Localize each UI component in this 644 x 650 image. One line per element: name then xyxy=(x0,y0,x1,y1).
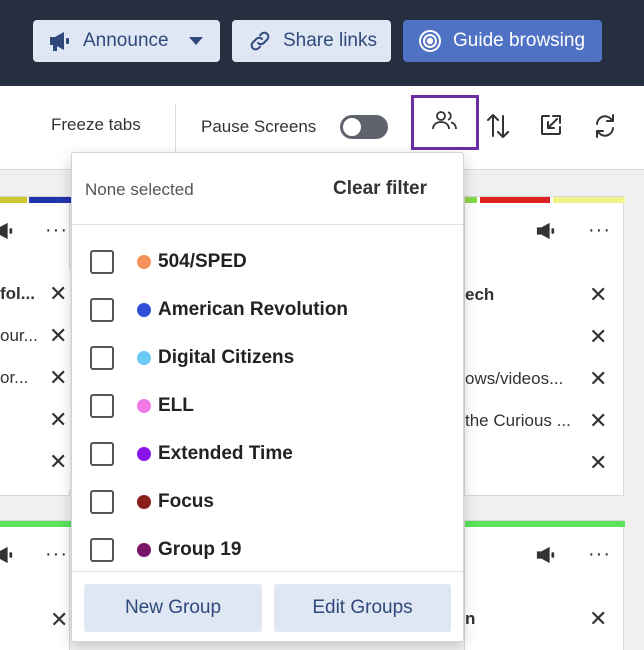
group-checkbox[interactable] xyxy=(90,394,114,418)
dropdown-header: None selected Clear filter xyxy=(72,153,463,225)
sort-icon[interactable] xyxy=(484,112,512,140)
caret-down-icon xyxy=(188,37,203,45)
tab-title: n xyxy=(465,609,476,628)
group-label: ELL xyxy=(158,395,194,416)
shrink-icon[interactable] xyxy=(538,112,564,138)
close-tab-icon[interactable]: ✕ xyxy=(49,451,67,473)
close-tab-icon[interactable]: ✕ xyxy=(589,452,607,474)
megaphone-icon[interactable] xyxy=(535,221,557,241)
selection-status: None selected xyxy=(85,180,194,199)
group-option[interactable]: Focus xyxy=(72,478,463,526)
group-label: 504/SPED xyxy=(158,251,247,272)
top-bar: Announce Share links Guide browsing xyxy=(0,0,644,86)
more-options-icon[interactable]: ··· xyxy=(45,543,68,566)
more-options-icon[interactable]: ··· xyxy=(45,219,68,242)
group-color-dot xyxy=(137,255,151,269)
users-icon xyxy=(432,110,458,135)
group-list: 504/SPED American Revolution Digital Cit… xyxy=(72,226,463,571)
refresh-icon[interactable] xyxy=(591,112,619,140)
close-tab-icon[interactable]: ✕ xyxy=(49,325,67,347)
group-checkbox[interactable] xyxy=(90,298,114,322)
megaphone-icon xyxy=(47,30,73,52)
group-option[interactable]: Digital Citizens xyxy=(72,334,463,382)
card-stripe xyxy=(465,197,477,203)
tab-title: ows/videos... xyxy=(465,369,564,388)
group-option[interactable]: Extended Time xyxy=(72,430,463,478)
card-stripe xyxy=(29,197,71,203)
student-card-right: ··· ech ows/videos... the Curious ... ✕ … xyxy=(464,196,625,496)
guide-browsing-button[interactable]: Guide browsing xyxy=(403,20,602,62)
link-icon xyxy=(248,29,272,53)
edit-groups-button[interactable]: Edit Groups xyxy=(274,584,451,632)
group-label: American Revolution xyxy=(158,299,349,320)
left-card-rows: fol... our... or... ✕ ✕ ✕ ✕ ✕ xyxy=(0,270,70,490)
guide-browsing-label: Guide browsing xyxy=(453,30,586,51)
card-stripe xyxy=(465,521,625,527)
close-tab-icon[interactable]: ✕ xyxy=(49,409,67,431)
group-color-dot xyxy=(137,543,151,557)
close-tab-icon[interactable]: ✕ xyxy=(50,609,68,631)
group-filter-dropdown: None selected Clear filter 504/SPED Amer… xyxy=(71,152,464,642)
group-checkbox[interactable] xyxy=(90,538,114,562)
card-stripe xyxy=(0,521,71,527)
group-checkbox[interactable] xyxy=(90,490,114,514)
group-filter-button[interactable] xyxy=(411,95,479,150)
close-tab-icon[interactable]: ✕ xyxy=(589,284,607,306)
toggle-knob xyxy=(343,118,361,136)
freeze-tabs-button[interactable]: Freeze tabs xyxy=(51,115,141,135)
group-color-dot xyxy=(137,447,151,461)
group-color-dot xyxy=(137,399,151,413)
close-tab-icon[interactable]: ✕ xyxy=(589,608,607,630)
group-color-dot xyxy=(137,303,151,317)
close-tab-icon[interactable]: ✕ xyxy=(589,368,607,390)
group-label: Digital Citizens xyxy=(158,347,295,368)
share-links-label: Share links xyxy=(283,30,377,51)
new-group-button[interactable]: New Group xyxy=(84,584,262,632)
card-stripe xyxy=(480,197,550,203)
toolbar-divider xyxy=(175,104,176,152)
more-options-icon[interactable]: ··· xyxy=(588,219,611,242)
target-icon xyxy=(418,29,442,53)
tab-title: the Curious ... xyxy=(465,411,571,430)
group-label: Group 19 xyxy=(158,539,242,560)
group-checkbox[interactable] xyxy=(90,346,114,370)
group-color-dot xyxy=(137,495,151,509)
card-stripe xyxy=(0,197,27,203)
pause-screens-toggle[interactable] xyxy=(340,115,388,139)
close-tab-icon[interactable]: ✕ xyxy=(49,367,67,389)
close-tab-icon[interactable]: ✕ xyxy=(589,326,607,348)
announce-label: Announce xyxy=(83,30,169,51)
megaphone-icon[interactable] xyxy=(0,221,15,241)
more-options-icon[interactable]: ··· xyxy=(588,543,611,566)
tab-title: ech xyxy=(465,285,495,304)
megaphone-icon[interactable] xyxy=(535,545,557,565)
close-tab-icon[interactable]: ✕ xyxy=(49,283,67,305)
group-label: Extended Time xyxy=(158,443,293,464)
group-checkbox[interactable] xyxy=(90,250,114,274)
group-option[interactable]: American Revolution xyxy=(72,286,463,334)
dropdown-footer: New Group Edit Groups xyxy=(72,571,463,643)
student-card-right-bottom: ··· n ✕ xyxy=(464,520,625,650)
megaphone-icon[interactable] xyxy=(0,545,15,565)
group-option[interactable]: ELL xyxy=(72,382,463,430)
pause-screens-label: Pause Screens xyxy=(201,117,317,136)
tab-title: fol... xyxy=(0,284,35,303)
card-stripe xyxy=(553,197,625,203)
group-option[interactable]: 504/SPED xyxy=(72,238,463,286)
clear-filter-button[interactable]: Clear filter xyxy=(333,178,427,200)
group-checkbox[interactable] xyxy=(90,442,114,466)
group-color-dot xyxy=(137,351,151,365)
tab-title: or... xyxy=(0,368,29,387)
group-label: Focus xyxy=(158,491,214,512)
close-tab-icon[interactable]: ✕ xyxy=(589,410,607,432)
student-card-left-bottom: ··· ✕ xyxy=(0,520,71,650)
announce-button[interactable]: Announce xyxy=(33,20,220,62)
tab-title: our... xyxy=(0,326,38,345)
share-links-button[interactable]: Share links xyxy=(232,20,391,62)
group-option[interactable]: Group 19 xyxy=(72,526,463,571)
